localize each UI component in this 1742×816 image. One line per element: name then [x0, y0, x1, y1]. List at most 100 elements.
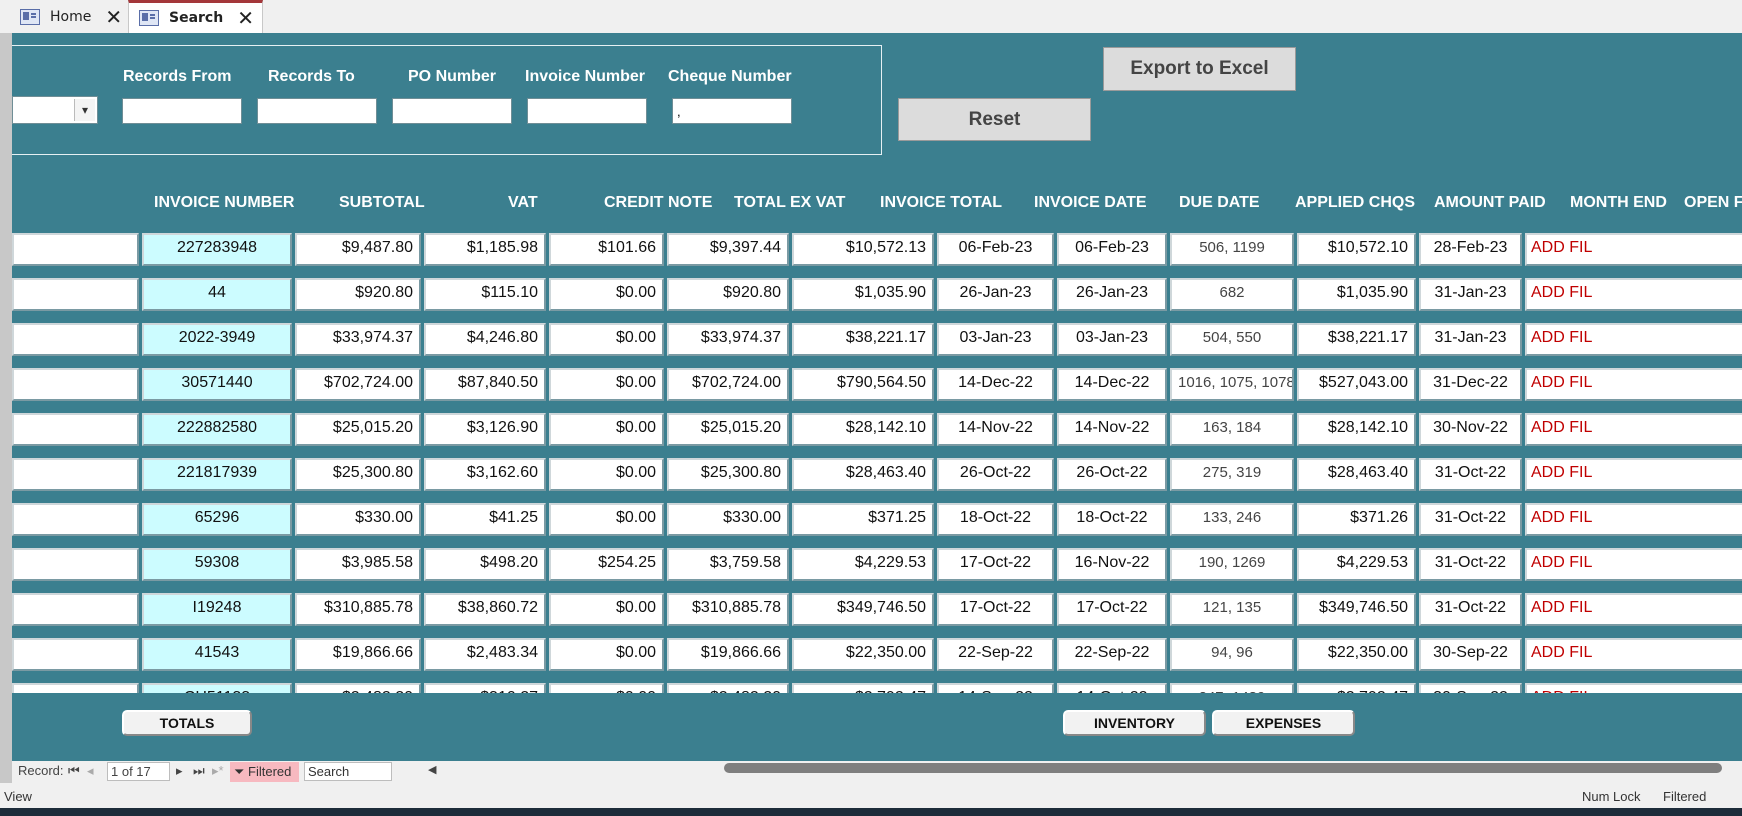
close-icon[interactable]: ✕ [237, 6, 254, 30]
vat-cell[interactable]: $1,185.98 [424, 233, 546, 266]
applied-chqs-cell[interactable]: 682 [1170, 278, 1294, 311]
invoice-number-cell[interactable]: 221817939 [142, 458, 292, 491]
row-selector-cell[interactable] [12, 683, 139, 693]
cheque-number-input[interactable] [672, 98, 792, 124]
invoice-date-cell[interactable]: 26-Jan-23 [937, 278, 1054, 311]
first-record-icon[interactable]: ⏮ [68, 763, 80, 779]
add-file-link[interactable]: ADD FIL [1525, 683, 1742, 693]
applied-chqs-cell[interactable]: 504, 550 [1170, 323, 1294, 356]
applied-chqs-cell[interactable]: 506, 1199 [1170, 233, 1294, 266]
filter-combo[interactable]: ▾ [12, 96, 98, 124]
subtotal-cell[interactable]: $33,974.37 [295, 323, 421, 356]
invoice-number-cell[interactable]: 41543 [142, 638, 292, 671]
credit-note-cell[interactable]: $0.00 [549, 278, 664, 311]
add-file-link[interactable]: ADD FIL [1525, 413, 1742, 446]
due-date-cell[interactable]: 26-Jan-23 [1057, 278, 1167, 311]
invoice-total-cell[interactable]: $28,463.40 [792, 458, 934, 491]
invoice-date-cell[interactable]: 14-Nov-22 [937, 413, 1054, 446]
month-end-cell[interactable]: 30-Nov-22 [1419, 413, 1522, 446]
month-end-cell[interactable]: 30-Sep-22 [1419, 683, 1522, 693]
month-end-cell[interactable]: 30-Sep-22 [1419, 638, 1522, 671]
subtotal-cell[interactable]: $25,300.80 [295, 458, 421, 491]
invoice-number-cell[interactable]: 65296 [142, 503, 292, 536]
total-ex-vat-cell[interactable]: $2,482.20 [667, 683, 789, 693]
credit-note-cell[interactable]: $0.00 [549, 593, 664, 626]
invoice-number-cell[interactable]: 222882580 [142, 413, 292, 446]
total-ex-vat-cell[interactable]: $330.00 [667, 503, 789, 536]
due-date-cell[interactable]: 03-Jan-23 [1057, 323, 1167, 356]
amount-paid-cell[interactable]: $4,229.53 [1297, 548, 1416, 581]
invoice-total-cell[interactable]: $349,746.50 [792, 593, 934, 626]
add-file-link[interactable]: ADD FIL [1525, 548, 1742, 581]
invoice-number-cell[interactable]: 44 [142, 278, 292, 311]
row-selector-cell[interactable] [12, 503, 139, 536]
po-number-input[interactable] [392, 98, 512, 124]
invoice-date-cell[interactable]: 22-Sep-22 [937, 638, 1054, 671]
row-selector-cell[interactable] [12, 323, 139, 356]
applied-chqs-cell[interactable]: 275, 319 [1170, 458, 1294, 491]
applied-chqs-cell[interactable]: 94, 96 [1170, 638, 1294, 671]
row-selector-cell[interactable] [12, 548, 139, 581]
invoice-number-cell[interactable]: I19248 [142, 593, 292, 626]
invoice-date-cell[interactable]: 26-Oct-22 [937, 458, 1054, 491]
vat-cell[interactable]: $3,162.60 [424, 458, 546, 491]
total-ex-vat-cell[interactable]: $25,015.20 [667, 413, 789, 446]
add-file-link[interactable]: ADD FIL [1525, 458, 1742, 491]
add-file-link[interactable]: ADD FIL [1525, 638, 1742, 671]
invoice-total-cell[interactable]: $10,572.13 [792, 233, 934, 266]
credit-note-cell[interactable]: $0.00 [549, 683, 664, 693]
due-date-cell[interactable]: 14-Oct-22 [1057, 683, 1167, 693]
month-end-cell[interactable]: 31-Oct-22 [1419, 593, 1522, 626]
due-date-cell[interactable]: 22-Sep-22 [1057, 638, 1167, 671]
invoice-date-cell[interactable]: 14-Dec-22 [937, 368, 1054, 401]
invoice-date-cell[interactable]: 14-Sep-22 [937, 683, 1054, 693]
subtotal-cell[interactable]: $2,482.20 [295, 683, 421, 693]
invoice-total-cell[interactable]: $1,035.90 [792, 278, 934, 311]
month-end-cell[interactable]: 31-Jan-23 [1419, 323, 1522, 356]
month-end-cell[interactable]: 31-Oct-22 [1419, 458, 1522, 491]
row-selector-cell[interactable] [12, 458, 139, 491]
invoice-total-cell[interactable]: $28,142.10 [792, 413, 934, 446]
row-selector-cell[interactable] [12, 593, 139, 626]
invoice-total-cell[interactable]: $2,792.47 [792, 683, 934, 693]
records-to-input[interactable] [257, 98, 377, 124]
credit-note-cell[interactable]: $0.00 [549, 413, 664, 446]
current-record-input[interactable]: 1 of 17 [107, 762, 170, 781]
due-date-cell[interactable]: 06-Feb-23 [1057, 233, 1167, 266]
invoice-total-cell[interactable]: $790,564.50 [792, 368, 934, 401]
month-end-cell[interactable]: 31-Oct-22 [1419, 503, 1522, 536]
credit-note-cell[interactable]: $0.00 [549, 503, 664, 536]
row-selector-cell[interactable] [12, 368, 139, 401]
amount-paid-cell[interactable]: $38,221.17 [1297, 323, 1416, 356]
invoice-total-cell[interactable]: $22,350.00 [792, 638, 934, 671]
applied-chqs-cell[interactable]: 247, 1439 [1170, 683, 1294, 693]
credit-note-cell[interactable]: $0.00 [549, 458, 664, 491]
amount-paid-cell[interactable]: $28,142.10 [1297, 413, 1416, 446]
total-ex-vat-cell[interactable]: $702,724.00 [667, 368, 789, 401]
vat-cell[interactable]: $4,246.80 [424, 323, 546, 356]
applied-chqs-cell[interactable]: 190, 1269 [1170, 548, 1294, 581]
vat-cell[interactable]: $115.10 [424, 278, 546, 311]
total-ex-vat-cell[interactable]: $920.80 [667, 278, 789, 311]
new-record-icon[interactable]: ▸* [212, 763, 224, 779]
invoice-number-cell[interactable]: 2022-3949 [142, 323, 292, 356]
invoice-total-cell[interactable]: $4,229.53 [792, 548, 934, 581]
subtotal-cell[interactable]: $702,724.00 [295, 368, 421, 401]
amount-paid-cell[interactable]: $349,746.50 [1297, 593, 1416, 626]
horizontal-scrollbar[interactable] [724, 763, 1722, 773]
amount-paid-cell[interactable]: $1,035.90 [1297, 278, 1416, 311]
amount-paid-cell[interactable]: $28,463.40 [1297, 458, 1416, 491]
subtotal-cell[interactable]: $19,866.66 [295, 638, 421, 671]
due-date-cell[interactable]: 14-Dec-22 [1057, 368, 1167, 401]
vat-cell[interactable]: $310.27 [424, 683, 546, 693]
total-ex-vat-cell[interactable]: $9,397.44 [667, 233, 789, 266]
record-search-input[interactable]: Search [304, 762, 392, 781]
row-selector-cell[interactable] [12, 413, 139, 446]
chevron-down-icon[interactable]: ▾ [74, 99, 95, 121]
vat-cell[interactable]: $2,483.34 [424, 638, 546, 671]
inventory-button[interactable]: INVENTORY [1063, 710, 1206, 736]
applied-chqs-cell[interactable]: 1016, 1075, 1078 [1170, 368, 1294, 401]
next-record-icon[interactable]: ▸ [176, 763, 183, 779]
tab-search[interactable]: Search ✕ [128, 0, 263, 33]
total-ex-vat-cell[interactable]: $310,885.78 [667, 593, 789, 626]
